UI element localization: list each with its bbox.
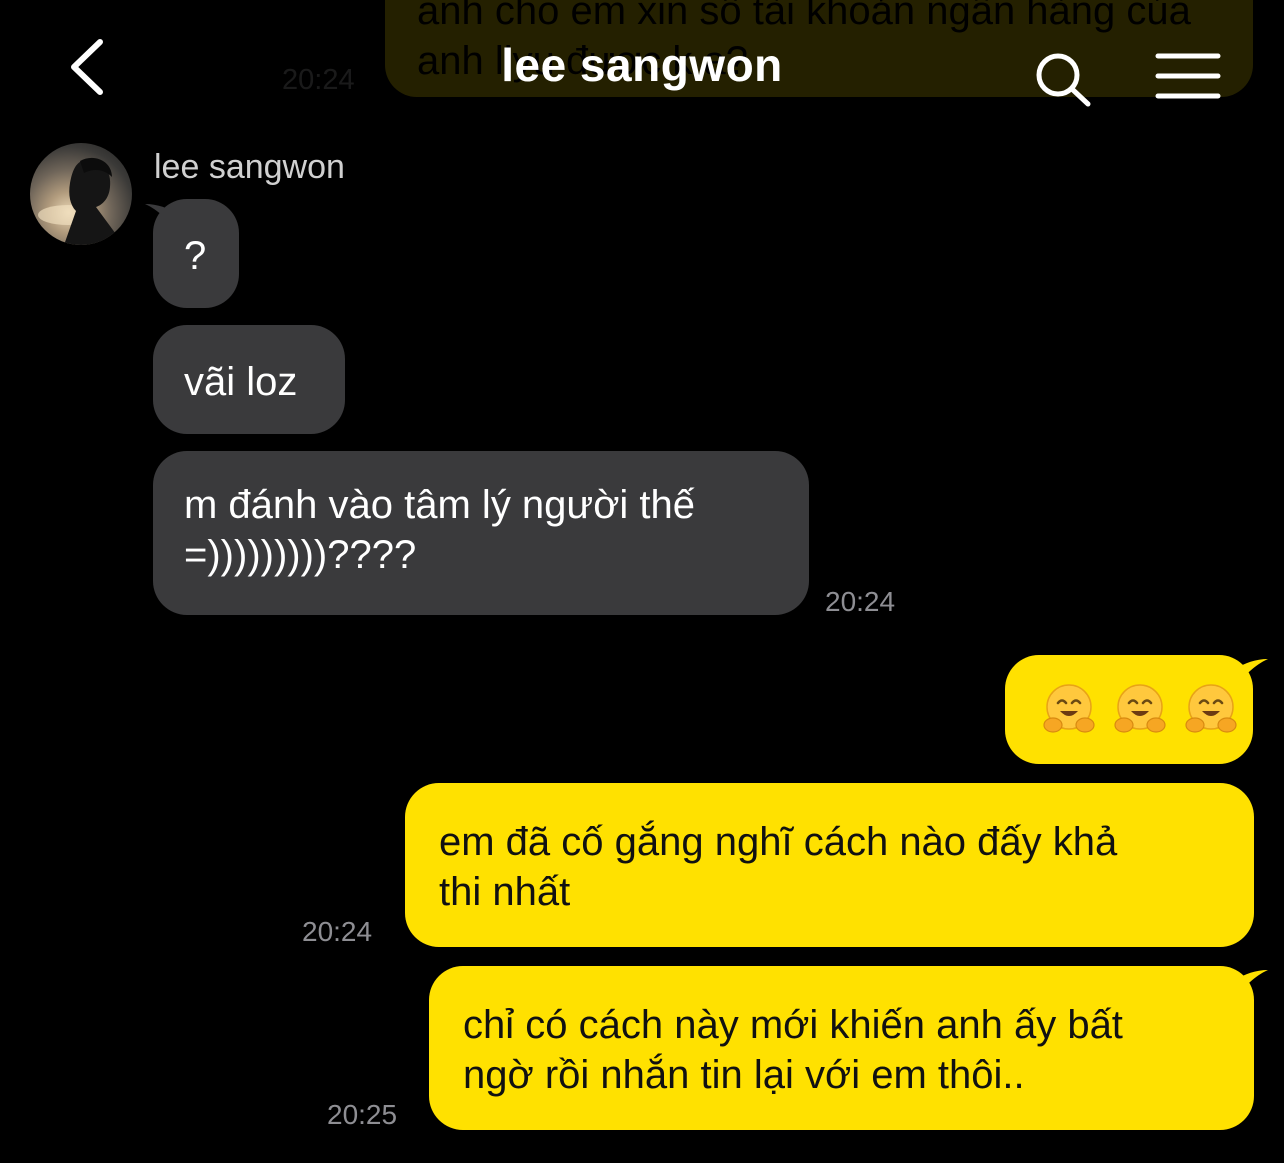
search-button[interactable]	[1030, 48, 1096, 110]
avatar-photo	[38, 157, 124, 245]
sender-name: lee sangwon	[154, 148, 345, 186]
sender-avatar[interactable]	[30, 143, 132, 245]
incoming-message-text: ?	[184, 234, 207, 278]
incoming-message-text: vãi loz	[184, 360, 298, 404]
incoming-message-bubble[interactable]: ?	[153, 199, 239, 308]
outgoing-message-bubble[interactable]: chỉ có cách này mới khiến anh ấy bất ngờ…	[429, 966, 1254, 1130]
hugging-face-emoji	[1114, 684, 1166, 733]
outgoing-message-line: ngờ rồi nhắn tin lại với em thôi..	[463, 1053, 1025, 1097]
incoming-message-line: =)))))))))????	[184, 533, 417, 577]
outgoing-message-line: chỉ có cách này mới khiến anh ấy bất	[463, 1003, 1123, 1047]
message-time: 20:24	[302, 916, 373, 947]
message-time: 20:24	[825, 586, 896, 617]
outgoing-message-bubble[interactable]: em đã cố gắng nghĩ cách nào đấy khả thi …	[405, 783, 1254, 947]
hamburger-menu-icon	[1155, 53, 1221, 99]
outgoing-emoji-bubble[interactable]	[1005, 655, 1253, 764]
incoming-message-line: m đánh vào tâm lý người thế	[184, 483, 696, 527]
menu-button[interactable]	[1152, 50, 1224, 102]
outgoing-message-line: thi nhất	[439, 870, 571, 914]
search-icon	[1036, 53, 1091, 107]
message-time: 20:25	[327, 1099, 398, 1130]
hugging-face-emoji	[1185, 684, 1237, 733]
incoming-message-bubble[interactable]: vãi loz	[153, 325, 345, 434]
outgoing-message-line: em đã cố gắng nghĩ cách nào đấy khả	[439, 820, 1118, 864]
incoming-message-bubble[interactable]: m đánh vào tâm lý người thế =)))))))))??…	[153, 451, 809, 615]
hugging-face-emoji	[1043, 684, 1095, 733]
